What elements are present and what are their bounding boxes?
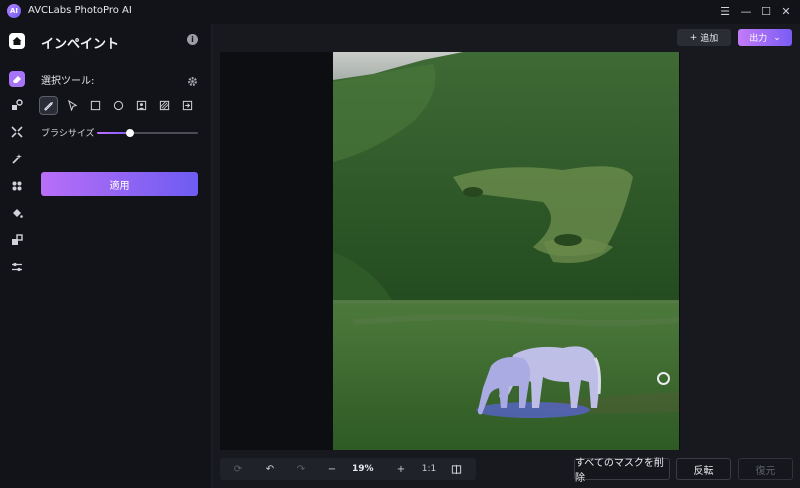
- undo-icon[interactable]: ↶: [262, 461, 278, 477]
- pointer-tool-icon[interactable]: [63, 96, 81, 114]
- delete-all-masks-button[interactable]: すべてのマスクを削除: [574, 458, 670, 484]
- ellipse-tool-icon[interactable]: [109, 96, 127, 114]
- app-logo: AI: [7, 4, 21, 18]
- title-bar: AI AVCLabs PhotoPro AI ☰ — ☐ ✕: [0, 0, 800, 24]
- selection-tool-label: 選択ツール:: [41, 76, 95, 87]
- add-button[interactable]: + 追加: [677, 29, 731, 46]
- brush-cursor: [657, 372, 670, 385]
- gear-icon[interactable]: [187, 72, 198, 91]
- photo-canvas[interactable]: [333, 52, 679, 450]
- brush-size-fill: [97, 132, 131, 134]
- adjust-sliders-icon[interactable]: [8, 258, 26, 276]
- crop-icon[interactable]: [8, 231, 26, 249]
- magic-wand-icon[interactable]: [8, 150, 26, 168]
- menu-icon[interactable]: ☰: [716, 3, 734, 19]
- workspace: + 追加 出力 ⌄ ⟳ ↶ ↷ − 19% + 1:1 すべてのマスクを削除 反…: [213, 24, 800, 488]
- export-button[interactable]: 出力 ⌄: [738, 29, 792, 46]
- invert-button[interactable]: 反転: [676, 458, 731, 480]
- rectangle-tool-icon[interactable]: [86, 96, 104, 114]
- paint-bucket-icon[interactable]: [8, 204, 26, 222]
- tool-rail: [0, 24, 33, 488]
- maximize-button[interactable]: ☐: [757, 3, 775, 19]
- compare-icon[interactable]: [448, 461, 464, 477]
- app-title: AVCLabs PhotoPro AI: [28, 5, 132, 16]
- redo-icon[interactable]: ↷: [293, 461, 309, 477]
- zoom-in-button[interactable]: +: [393, 461, 409, 477]
- close-button[interactable]: ✕: [777, 3, 795, 19]
- zoom-toolbar: ⟳ ↶ ↷ − 19% + 1:1: [220, 458, 476, 480]
- reset-icon[interactable]: ⟳: [230, 461, 246, 477]
- plus-icon: +: [689, 32, 698, 43]
- apply-button[interactable]: 適用: [41, 172, 198, 196]
- panel-title: インペイント: [41, 37, 120, 52]
- add-button-label: 追加: [700, 34, 719, 44]
- chevron-down-icon: ⌄: [773, 32, 781, 43]
- brush-size-thumb[interactable]: [126, 129, 135, 137]
- import-tool-icon[interactable]: [178, 96, 196, 114]
- actual-size-button[interactable]: 1:1: [421, 461, 437, 477]
- pattern-tool-icon[interactable]: [155, 96, 173, 114]
- brush-size-slider[interactable]: [97, 129, 198, 137]
- info-icon[interactable]: i: [187, 34, 198, 45]
- brush-tool-icon[interactable]: [39, 96, 58, 115]
- zoom-out-button[interactable]: −: [324, 461, 340, 477]
- inpaint-eraser-icon[interactable]: [8, 70, 26, 88]
- minimize-button[interactable]: —: [737, 3, 755, 19]
- canvas-area[interactable]: [220, 52, 680, 450]
- restore-button[interactable]: 復元: [738, 458, 793, 480]
- shapes-icon[interactable]: [8, 96, 26, 114]
- portrait-tool-icon[interactable]: [132, 96, 150, 114]
- landscape-photo: [333, 52, 679, 450]
- home-icon[interactable]: [8, 32, 26, 50]
- object-icon[interactable]: [8, 177, 26, 195]
- zoom-level: 19%: [352, 464, 374, 474]
- brush-size-label: ブラシサイズ: [41, 129, 95, 139]
- expand-icon[interactable]: [8, 123, 26, 141]
- inpaint-panel: インペイント i 選択ツール: ブラシサイズ 適用: [33, 24, 209, 488]
- export-button-label: 出力: [749, 34, 768, 44]
